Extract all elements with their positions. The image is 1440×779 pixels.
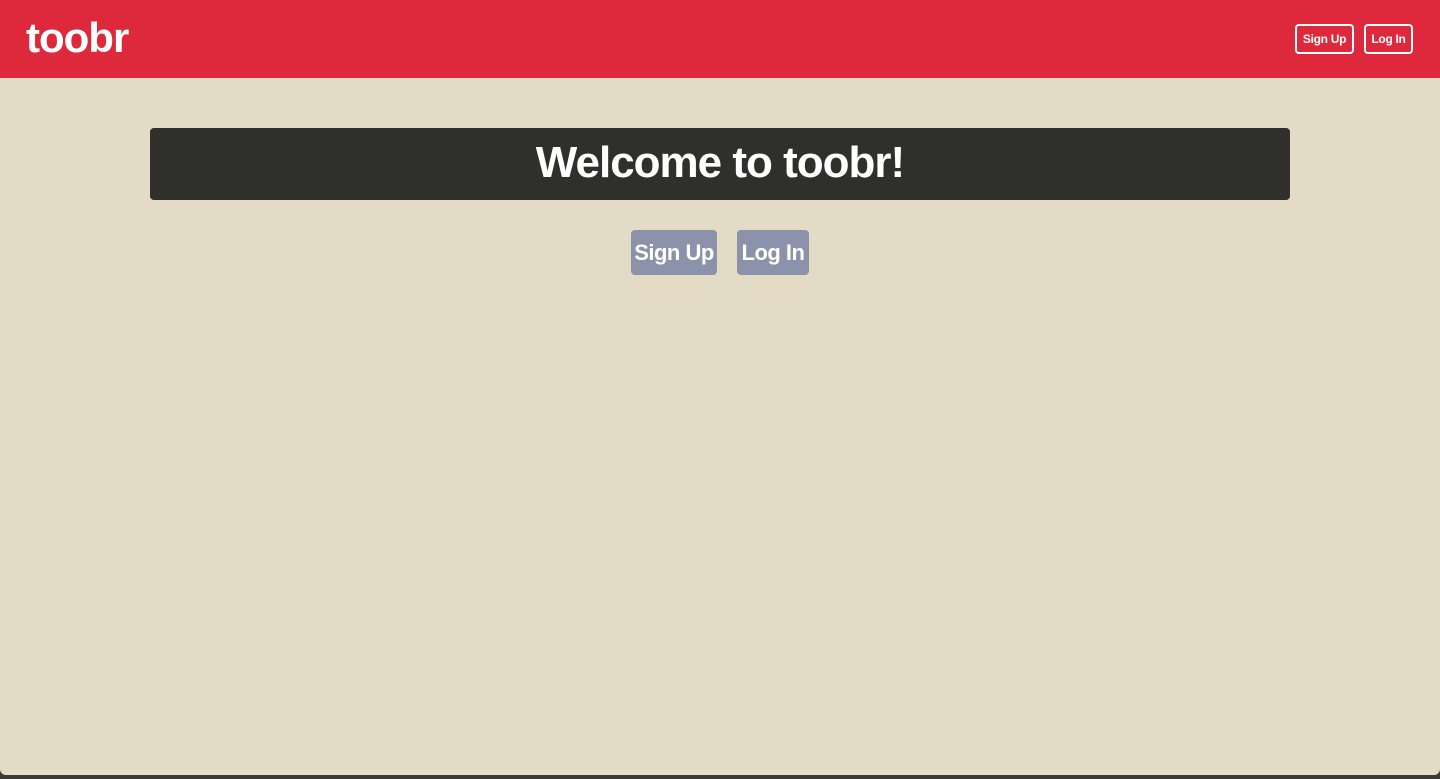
log-in-button[interactable]: Log In (737, 230, 809, 275)
page: toobr Sign Up Log In Welcome to toobr! S… (0, 0, 1440, 775)
nav-sign-up-button[interactable]: Sign Up (1295, 24, 1354, 54)
navbar: toobr Sign Up Log In (0, 0, 1440, 78)
brand-logo[interactable]: toobr (26, 12, 129, 64)
sign-up-button[interactable]: Sign Up (631, 230, 717, 275)
nav-log-in-button[interactable]: Log In (1364, 24, 1413, 54)
welcome-banner: Welcome to toobr! (150, 128, 1290, 200)
